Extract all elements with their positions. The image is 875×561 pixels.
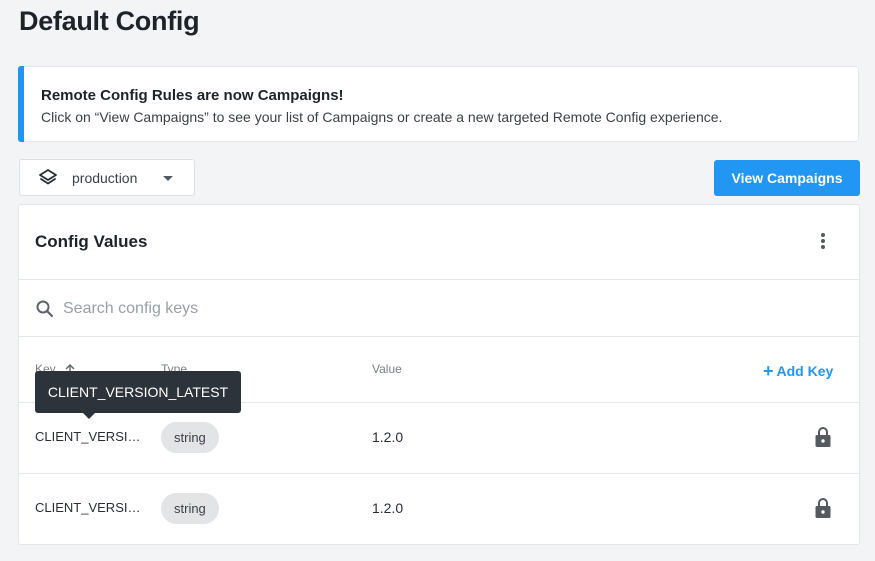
divider (19, 336, 859, 337)
row-key: CLIENT_VERSION_LATEST (35, 429, 143, 444)
row-key: CLIENT_VERSION_MINIMUM (35, 500, 143, 515)
search-icon (35, 299, 55, 324)
lock-icon (815, 497, 831, 524)
key-tooltip: CLIENT_VERSION_LATEST (35, 371, 241, 419)
type-badge: string (161, 422, 219, 453)
row-value: 1.2.0 (372, 429, 404, 445)
table-row[interactable]: CLIENT_VERSION_LATEST string 1.2.0 (19, 403, 859, 473)
table-row[interactable]: CLIENT_VERSION_MINIMUM string 1.2.0 (19, 474, 859, 544)
chevron-down-icon (163, 176, 173, 181)
tooltip-text: CLIENT_VERSION_LATEST (47, 384, 229, 400)
column-header-value: Value (372, 362, 402, 376)
divider (19, 279, 859, 280)
add-key-label: Add Key (776, 363, 834, 379)
tooltip-arrow (83, 413, 95, 419)
view-campaigns-button[interactable]: View Campaigns (714, 160, 860, 196)
add-key-button[interactable]: + Add Key (763, 360, 833, 381)
banner-accent (18, 66, 24, 142)
banner-description: Click on “View Campaigns” to see your li… (41, 109, 723, 125)
lock-icon (815, 426, 831, 453)
more-options-icon[interactable] (815, 233, 831, 253)
card-title: Config Values (35, 232, 148, 251)
page-title: Default Config (19, 6, 200, 36)
search-input[interactable] (63, 297, 823, 321)
environment-select[interactable]: production (19, 159, 195, 196)
type-badge: string (161, 493, 219, 524)
plus-icon: + (763, 361, 774, 381)
row-value: 1.2.0 (372, 500, 404, 516)
layers-icon (38, 168, 58, 193)
banner-title: Remote Config Rules are now Campaigns! (41, 87, 344, 104)
campaigns-info-banner: Remote Config Rules are now Campaigns! C… (18, 66, 859, 142)
environment-label: production (72, 170, 138, 186)
